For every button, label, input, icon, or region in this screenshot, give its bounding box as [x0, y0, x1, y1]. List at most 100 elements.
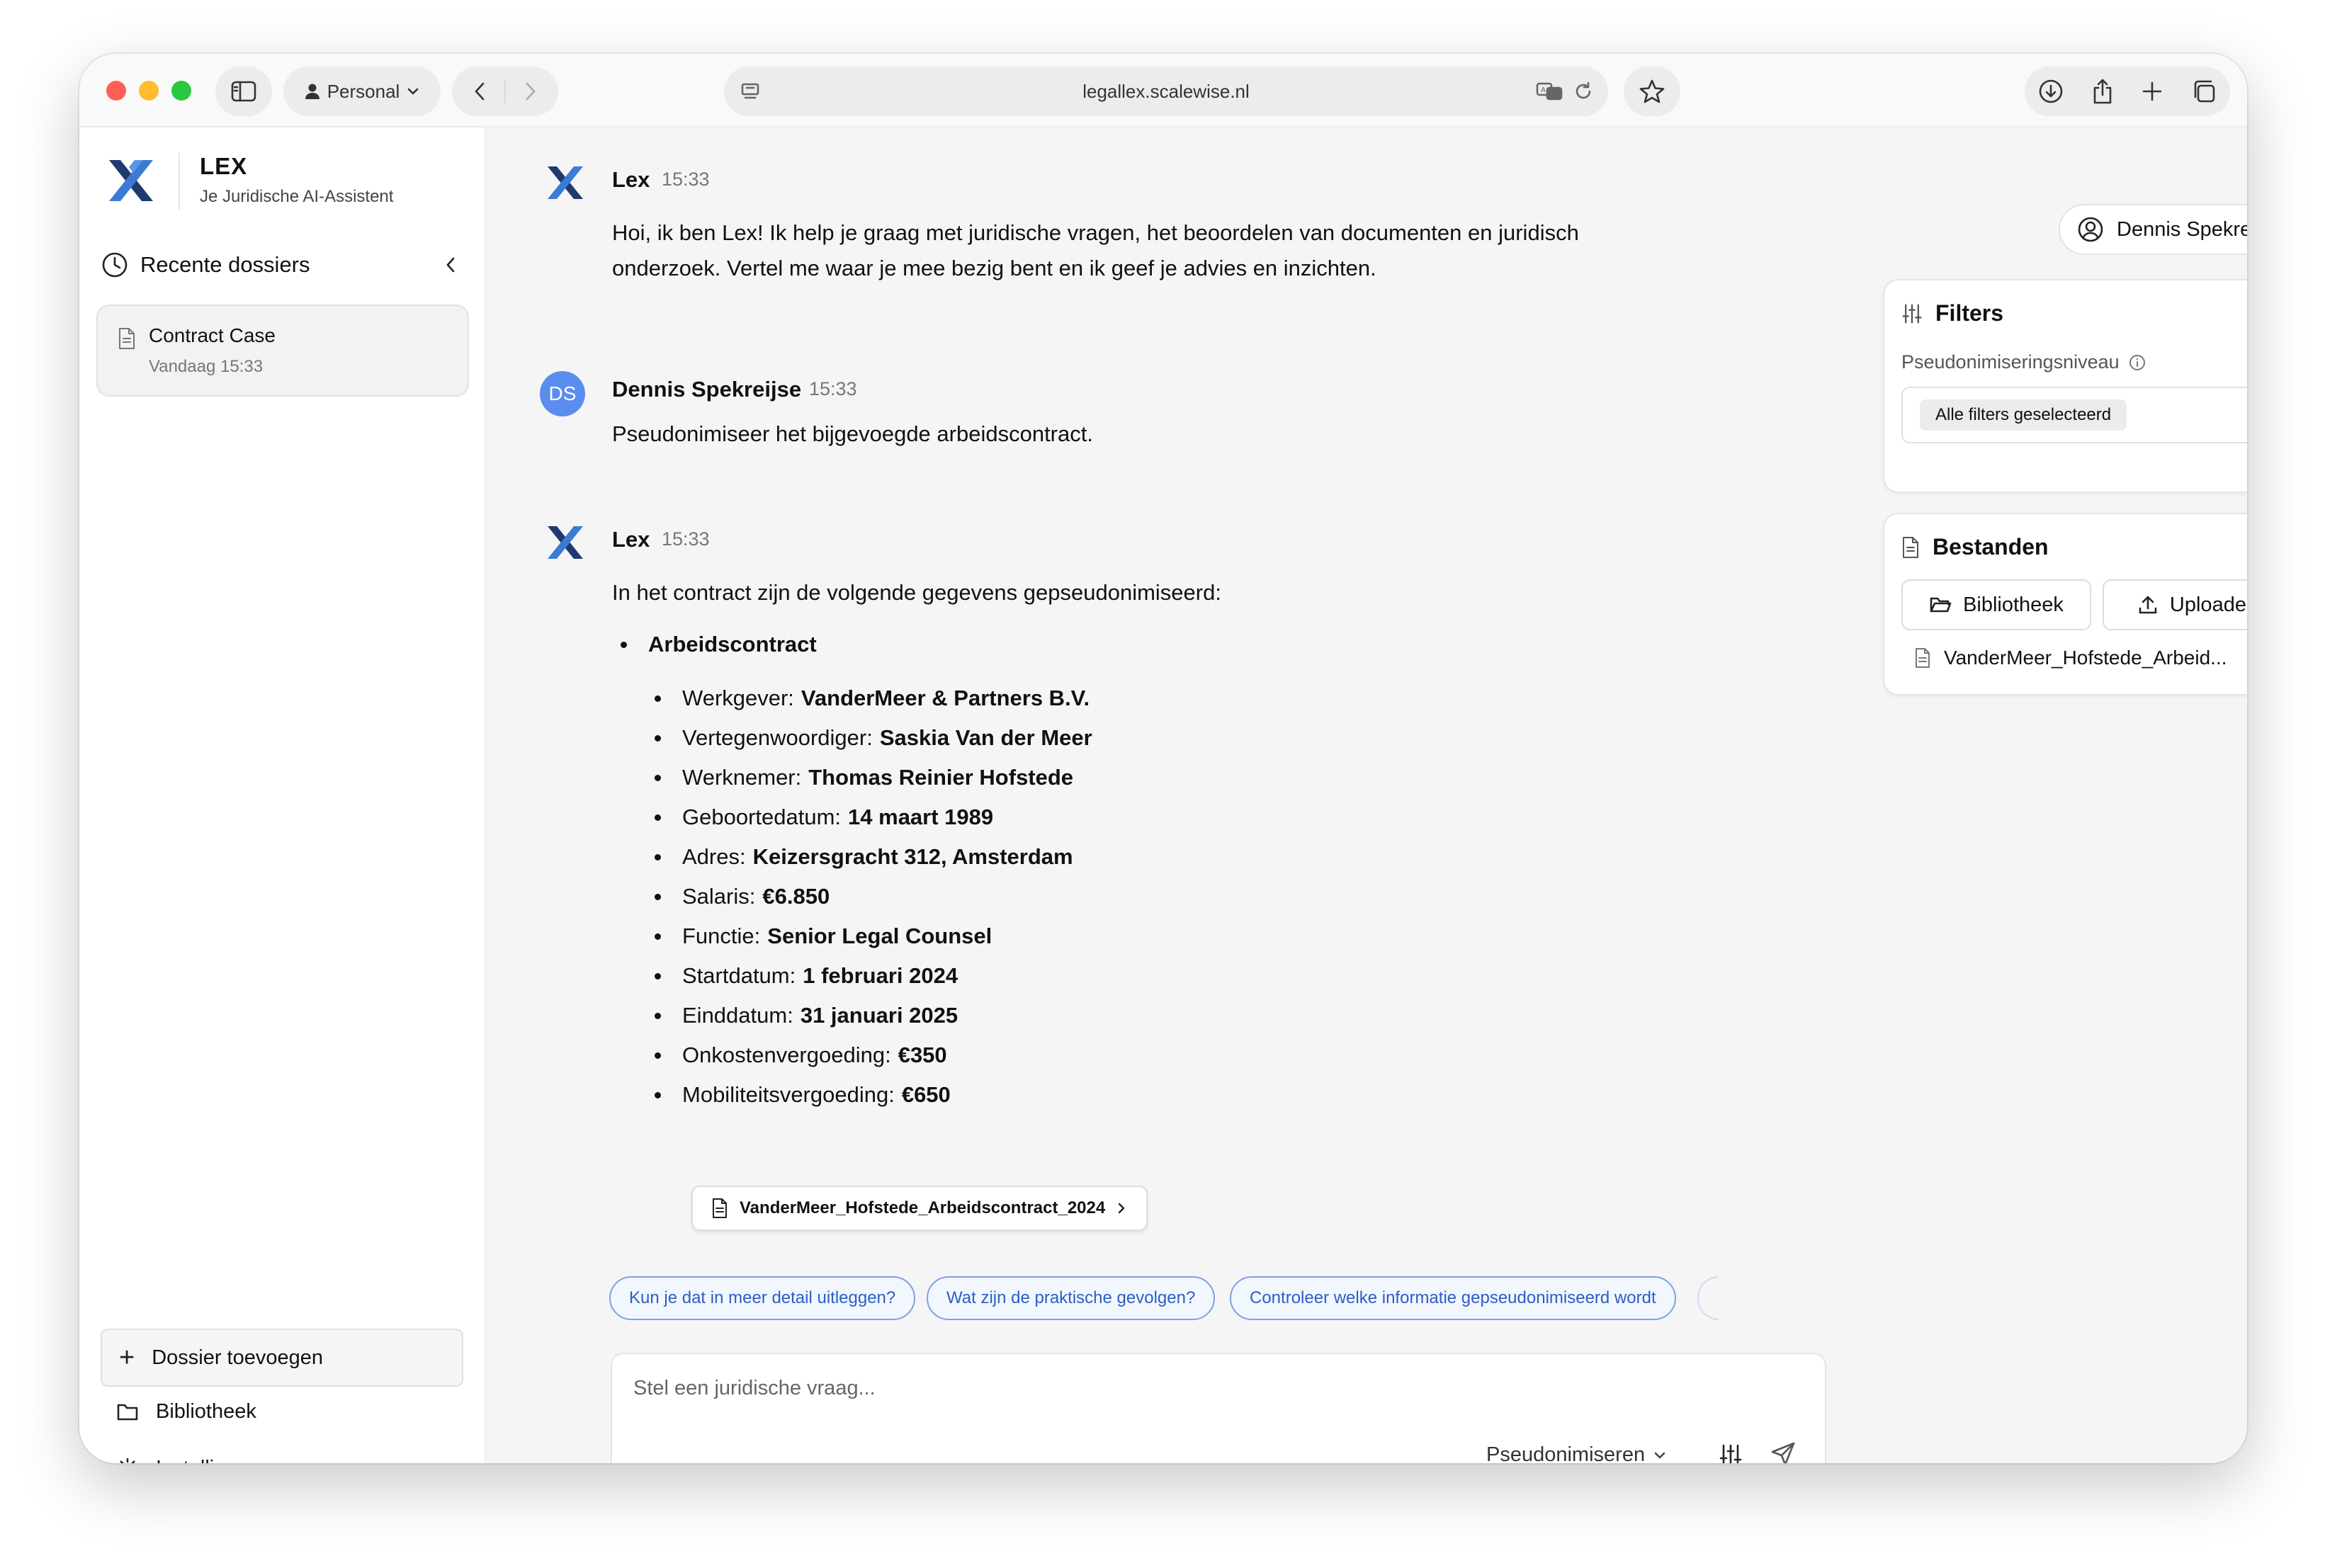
chat-input[interactable] — [633, 1373, 1767, 1404]
list-item: Einddatum: 31 januari 2025 — [655, 996, 1092, 1035]
section-title: Arbeidscontract — [648, 632, 817, 657]
field-value: Keizersgracht 312, Amsterdam — [752, 844, 1073, 869]
field-label: Werknemer: — [682, 765, 802, 790]
dossier-item[interactable]: Contract Case Vandaag 15:33 — [96, 305, 469, 397]
reload-icon[interactable] — [1573, 81, 1594, 102]
field-label: Geboortedatum: — [682, 805, 842, 829]
info-icon[interactable] — [2128, 353, 2146, 372]
field-value: Saskia Van der Meer — [879, 725, 1092, 750]
pseudonymization-level-label: Pseudonimiseringsniveau — [1901, 351, 2146, 373]
pseudonymize-mode-select[interactable]: Pseudonimiseren — [1486, 1443, 1666, 1463]
suggestion-chip[interactable]: Controleer welke informatie gepseudonimi… — [1230, 1276, 1676, 1320]
upload-label: Uploaden — [2169, 593, 2247, 616]
minimize-window-button[interactable] — [139, 81, 159, 101]
chat-composer: Pseudonimiseren — [611, 1353, 1826, 1463]
field-label: Onkostenvergoeding: — [682, 1043, 891, 1067]
message-intro: In het contract zijn de volgende gegeven… — [612, 580, 1221, 605]
message-author: Dennis Spekreijse — [612, 377, 802, 402]
folder-open-icon — [1930, 597, 1952, 613]
uploaded-file-row[interactable]: VanderMeer_Hofstede_Arbeid... × — [1914, 640, 2247, 676]
profile-selector[interactable]: Personal — [283, 67, 441, 116]
address-bar[interactable]: legallex.scalewise.nl A — [724, 67, 1608, 116]
collapse-sidebar-icon[interactable] — [443, 255, 458, 275]
library-label: Bibliotheek — [156, 1399, 256, 1423]
user-avatar: DS — [540, 371, 585, 416]
share-icon[interactable] — [2091, 78, 2114, 105]
field-label: Salaris: — [682, 884, 756, 909]
svg-text:A: A — [1541, 86, 1546, 94]
filters-card: Filters Pseudonimiseringsniveau Alle fil… — [1883, 279, 2247, 493]
navigation-buttons — [452, 67, 558, 116]
add-dossier-button[interactable]: + Dossier toevoegen — [101, 1329, 463, 1387]
sidebar-toggle-button[interactable] — [215, 67, 272, 116]
recent-dossiers-header: Recente dossiers — [101, 248, 469, 282]
user-menu-button[interactable]: Dennis Spekreijse — [2059, 204, 2247, 255]
field-value: Thomas Reinier Hofstede — [808, 765, 1074, 790]
send-icon[interactable] — [1770, 1441, 1797, 1463]
back-button[interactable] — [455, 67, 504, 116]
field-label: Functie: — [682, 924, 761, 948]
brand-name: LEX — [200, 153, 248, 179]
message-text: Pseudonimiseer het bijgevoegde arbeidsco… — [612, 421, 1093, 446]
lex-avatar — [548, 166, 583, 199]
profile-label: Personal — [327, 80, 400, 102]
chevron-right-icon — [1119, 1203, 1125, 1214]
sliders-icon[interactable] — [1719, 1443, 1743, 1463]
list-item: Werknemer: Thomas Reinier Hofstede — [655, 758, 1092, 797]
mode-label: Pseudonimiseren — [1486, 1443, 1646, 1463]
files-library-button[interactable]: Bibliotheek — [1901, 579, 2091, 630]
filters-header[interactable]: Filters — [1901, 300, 2003, 326]
attachment-chip[interactable]: VanderMeer_Hofstede_Arbeidscontract_2024 — [691, 1186, 1148, 1231]
lex-avatar — [548, 526, 583, 559]
list-item: Werkgever: VanderMeer & Partners B.V. — [655, 678, 1092, 718]
chevron-down-icon — [1654, 1452, 1665, 1458]
url-text: legallex.scalewise.nl — [1082, 80, 1250, 102]
field-label: Mobiliteitsvergoeding: — [682, 1082, 895, 1107]
download-icon[interactable] — [2038, 79, 2064, 104]
translate-icon[interactable]: A — [1536, 81, 1564, 102]
user-circle-icon — [2078, 217, 2103, 242]
list-item: Startdatum: 1 februari 2024 — [655, 956, 1092, 996]
dossier-title: Contract Case — [149, 324, 276, 346]
upload-button[interactable]: Uploaden — [2103, 579, 2247, 630]
user-name: Dennis Spekreijse — [2117, 217, 2247, 241]
document-icon — [1916, 648, 1930, 668]
filter-level-select[interactable]: Alle filters geselecteerd — [1901, 387, 2247, 443]
field-value: €6.850 — [762, 884, 830, 909]
filters-title: Filters — [1935, 300, 2004, 326]
files-header[interactable]: Bestanden — [1901, 534, 2049, 560]
document-icon — [1903, 536, 1918, 558]
level-label-text: Pseudonimiseringsniveau — [1901, 351, 2120, 373]
message-line: Hoi, ik ben Lex! Ik help je graag met ju… — [612, 220, 1579, 245]
dossier-time: Vandaag 15:33 — [149, 357, 264, 376]
pseudonymized-list: Arbeidscontract Werkgever: VanderMeer & P… — [621, 625, 1092, 1115]
folder-icon — [117, 1404, 138, 1421]
field-label: Adres: — [682, 844, 746, 869]
list-item: Mobiliteitsvergoeding: €650 — [655, 1075, 1092, 1115]
library-link[interactable]: Bibliotheek — [116, 1394, 256, 1429]
sliders-icon — [1902, 304, 1922, 323]
tab-overview-icon[interactable] — [2191, 79, 2217, 104]
list-item: Vertegenwoordiger: Saskia Van der Meer — [655, 718, 1092, 758]
list-item: Onkostenvergoeding: €350 — [655, 1035, 1092, 1075]
attachment-name: VanderMeer_Hofstede_Arbeidscontract_2024 — [740, 1198, 1106, 1217]
files-title: Bestanden — [1933, 534, 2049, 559]
page-settings-icon[interactable] — [740, 81, 761, 107]
settings-link[interactable]: Instellingen — [116, 1450, 260, 1463]
suggestion-chip[interactable]: Wat zijn de praktische gevolgen? — [927, 1276, 1216, 1320]
brand-subtitle: Je Juridische AI-Assistent — [200, 187, 394, 206]
suggestion-chip[interactable]: Kun je dat in meer detail uitleggen? — [609, 1276, 916, 1320]
zoom-window-button[interactable] — [171, 81, 191, 101]
document-icon — [119, 328, 135, 349]
files-library-label: Bibliotheek — [1963, 593, 2064, 616]
gear-icon — [120, 1458, 135, 1463]
new-tab-icon[interactable] — [2141, 80, 2163, 103]
field-value: 1 februari 2024 — [803, 963, 958, 988]
forward-button[interactable] — [506, 67, 555, 116]
close-window-button[interactable] — [106, 81, 126, 101]
person-icon — [305, 84, 319, 99]
list-item: Adres: Keizersgracht 312, Amsterdam — [655, 837, 1092, 877]
toolbar-actions — [2025, 67, 2230, 116]
bookmark-button[interactable] — [1624, 67, 1680, 116]
field-value: 31 januari 2025 — [800, 1003, 958, 1028]
